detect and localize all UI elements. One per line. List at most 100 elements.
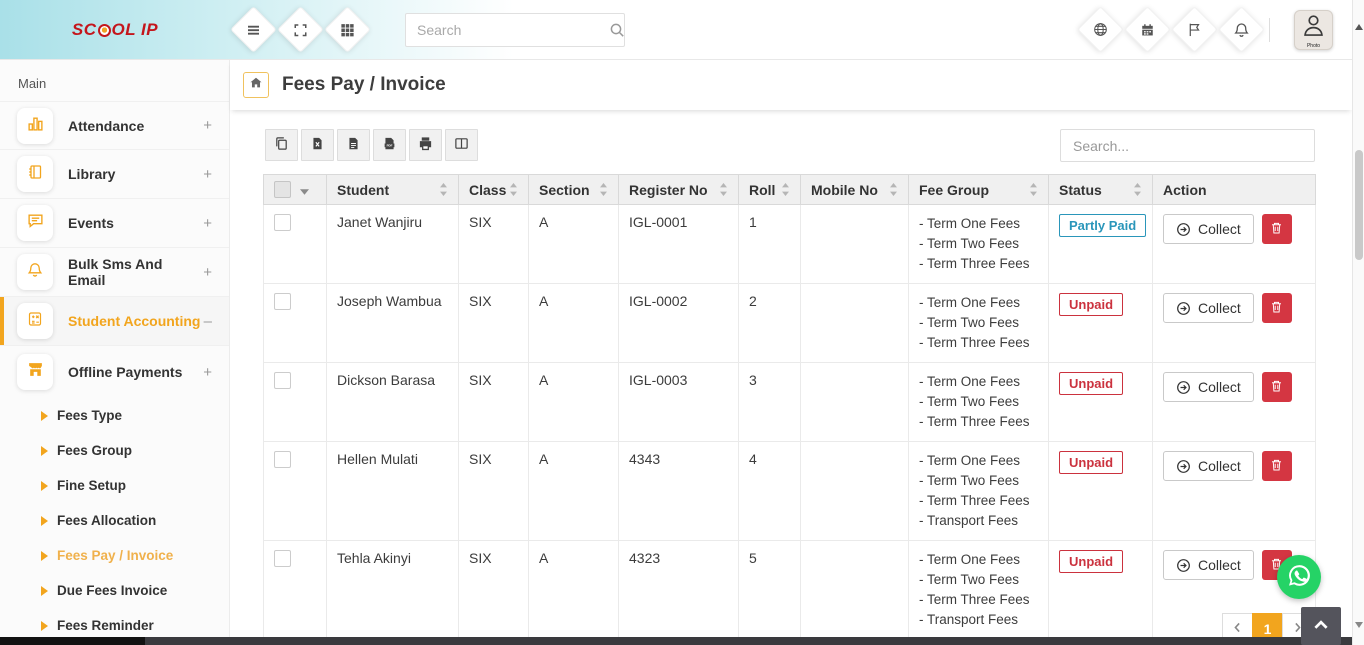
expand-indicator[interactable]: + <box>203 117 212 134</box>
user-avatar[interactable]: Photo <box>1294 10 1333 50</box>
avatar-caption: Photo <box>1307 43 1320 49</box>
print-export-button[interactable] <box>409 129 442 161</box>
sidebar-item-library[interactable]: Library + <box>0 150 229 199</box>
row-checkbox[interactable] <box>274 372 291 389</box>
grid-button[interactable] <box>324 6 371 53</box>
sidebar-subitem-label: Fine Setup <box>57 478 126 493</box>
columns-export-button[interactable] <box>445 129 478 161</box>
sort-icon[interactable] <box>719 183 728 196</box>
column-header-student[interactable]: Student <box>327 175 459 205</box>
scroll-up-arrow-icon[interactable] <box>1355 24 1363 30</box>
collect-button[interactable]: Collect <box>1163 451 1254 481</box>
fullscreen-button[interactable] <box>277 6 324 53</box>
csv-export-button[interactable] <box>337 129 370 161</box>
sidebar-section-label: Main <box>0 60 229 101</box>
whatsapp-button[interactable] <box>1277 555 1321 599</box>
sidebar-subitem-offline-payments[interactable]: Offline Payments + <box>0 346 229 398</box>
home-button[interactable] <box>243 72 269 98</box>
global-search-input[interactable] <box>406 22 609 38</box>
column-header-mobile-no[interactable]: Mobile No <box>801 175 909 205</box>
vertical-scrollbar-thumb[interactable] <box>1355 150 1363 260</box>
menu-button[interactable] <box>230 6 277 53</box>
fee-group-line: - Term Two Fees <box>919 392 1038 412</box>
sidebar-item-events[interactable]: Events + <box>0 199 229 248</box>
row-checkbox[interactable] <box>274 214 291 231</box>
collect-button[interactable]: Collect <box>1163 550 1254 580</box>
pagination-prev-button[interactable] <box>1222 613 1253 637</box>
sort-icon[interactable] <box>1133 183 1142 196</box>
sidebar: Main Attendance + Library + Events + Bul… <box>0 60 230 637</box>
sidebar-sub-menu: Offline Payments + Fees Type Fees Group … <box>0 346 229 637</box>
fee-group-line: - Term One Fees <box>919 372 1038 392</box>
expand-indicator[interactable]: + <box>203 215 212 232</box>
column-header-roll[interactable]: Roll <box>739 175 801 205</box>
fee-group-line: - Term One Fees <box>919 550 1038 570</box>
sidebar-subitem-due-fees-invoice[interactable]: Due Fees Invoice <box>0 573 229 608</box>
action-cell: Collect <box>1153 363 1316 442</box>
column-header-fee-group[interactable]: Fee Group <box>909 175 1049 205</box>
horizontal-scrollbar[interactable] <box>0 637 1352 645</box>
column-header-action[interactable]: Action <box>1153 175 1316 205</box>
bell-button[interactable] <box>1218 6 1265 53</box>
expand-indicator[interactable]: + <box>203 264 212 281</box>
sort-icon[interactable] <box>599 183 608 196</box>
sidebar-subitem-fees-reminder[interactable]: Fees Reminder <box>0 608 229 637</box>
checkbox-cell <box>264 442 327 541</box>
app-logo[interactable]: SCOL IP <box>0 0 230 60</box>
flag-button[interactable] <box>1171 6 1218 53</box>
scroll-down-arrow-icon[interactable] <box>1355 622 1363 628</box>
sidebar-subitem-fees-pay-invoice[interactable]: Fees Pay / Invoice <box>0 538 229 573</box>
globe-button[interactable] <box>1077 6 1124 53</box>
sort-icon[interactable] <box>1029 183 1038 196</box>
vertical-scrollbar[interactable] <box>1352 0 1364 645</box>
calendar-button[interactable] <box>1124 6 1171 53</box>
status-cell: Unpaid <box>1049 363 1153 442</box>
copy-export-button[interactable] <box>265 129 298 161</box>
sidebar-subitem-fine-setup[interactable]: Fine Setup <box>0 468 229 503</box>
fee-group-line: - Term One Fees <box>919 293 1038 313</box>
row-checkbox[interactable] <box>274 451 291 468</box>
excel-export-button[interactable] <box>301 129 334 161</box>
expand-indicator[interactable]: – <box>204 313 212 330</box>
sidebar-item-attendance[interactable]: Attendance + <box>0 101 229 150</box>
sidebar-subitem-fees-type[interactable]: Fees Type <box>0 398 229 433</box>
expand-indicator[interactable]: + <box>203 364 212 381</box>
sort-icon[interactable] <box>889 183 898 196</box>
sidebar-item-student-accounting[interactable]: Student Accounting – <box>0 297 229 346</box>
sidebar-subitem-fees-group[interactable]: Fees Group <box>0 433 229 468</box>
expand-indicator[interactable]: + <box>203 166 212 183</box>
delete-button[interactable] <box>1262 372 1292 402</box>
column-header-status[interactable]: Status <box>1049 175 1153 205</box>
pagination-page-1[interactable]: 1 <box>1252 613 1283 637</box>
fee-group-line: - Term Three Fees <box>919 590 1038 610</box>
collect-button[interactable]: Collect <box>1163 372 1254 402</box>
sort-icon[interactable] <box>781 183 790 196</box>
collect-button[interactable]: Collect <box>1163 293 1254 323</box>
mobile-no-cell <box>801 541 909 638</box>
select-all-checkbox[interactable] <box>274 181 291 198</box>
row-checkbox[interactable] <box>274 550 291 567</box>
column-header-class[interactable]: Class <box>459 175 529 205</box>
table-search-input[interactable] <box>1060 129 1315 162</box>
delete-button[interactable] <box>1262 214 1292 244</box>
sort-icon[interactable] <box>439 183 448 196</box>
caret-down-icon[interactable] <box>300 182 309 198</box>
delete-button[interactable] <box>1262 451 1292 481</box>
breadcrumb: Fees Pay / Invoice <box>230 60 1352 110</box>
sort-icon[interactable] <box>509 183 518 196</box>
sidebar-subitem-fees-allocation[interactable]: Fees Allocation <box>0 503 229 538</box>
delete-button[interactable] <box>1262 293 1292 323</box>
collect-button[interactable]: Collect <box>1163 214 1254 244</box>
copy-icon <box>274 136 289 154</box>
back-to-top-button[interactable] <box>1301 607 1341 645</box>
status-cell: Unpaid <box>1049 284 1153 363</box>
sidebar-item-bulk-sms-and-email[interactable]: Bulk Sms And Email + <box>0 248 229 297</box>
class-cell: SIX <box>459 363 529 442</box>
fee-group-cell: - Term One Fees- Term Two Fees- Term Thr… <box>909 284 1049 363</box>
search-icon[interactable] <box>609 22 625 38</box>
row-checkbox[interactable] <box>274 293 291 310</box>
column-header-register-no[interactable]: Register No <box>619 175 739 205</box>
horizontal-scrollbar-thumb[interactable] <box>0 637 145 645</box>
column-header-section[interactable]: Section <box>529 175 619 205</box>
pdf-export-button[interactable]: PDF <box>373 129 406 161</box>
